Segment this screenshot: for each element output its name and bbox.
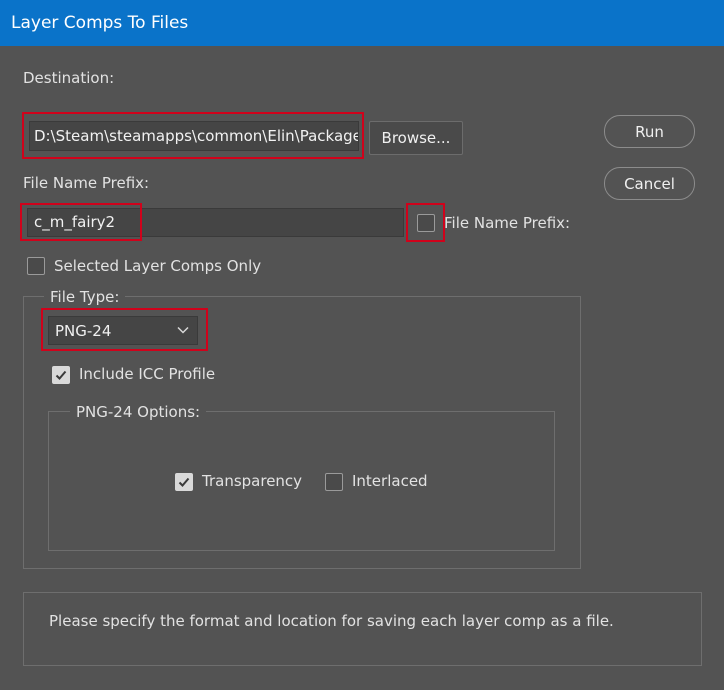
selected-only-label: Selected Layer Comps Only xyxy=(54,257,262,275)
info-box: Please specify the format and location f… xyxy=(23,592,702,666)
include-icc-label: Include ICC Profile xyxy=(79,365,216,383)
selected-only-checkbox[interactable] xyxy=(27,257,45,275)
destination-input[interactable]: D:\Steam\steamapps\common\Elin\Package\M… xyxy=(29,121,359,151)
file-type-select[interactable]: PNG-24 xyxy=(48,316,198,345)
interlaced-checkbox[interactable] xyxy=(325,473,343,491)
transparency-checkbox[interactable] xyxy=(175,473,193,491)
prefix-input[interactable]: c_m_fairy2 xyxy=(27,208,404,237)
interlaced-label: Interlaced xyxy=(352,472,428,490)
file-type-legend: File Type: xyxy=(44,288,126,306)
prefix-checkbox-label: File Name Prefix: xyxy=(444,214,571,232)
run-button[interactable]: Run xyxy=(604,115,695,148)
prefix-checkbox[interactable] xyxy=(417,214,435,232)
cancel-button[interactable]: Cancel xyxy=(604,167,695,200)
info-text: Please specify the format and location f… xyxy=(49,612,614,630)
transparency-label: Transparency xyxy=(202,472,303,490)
checkmark-icon xyxy=(178,477,190,487)
checkmark-icon xyxy=(55,370,67,380)
file-type-selected: PNG-24 xyxy=(55,321,112,340)
title-bar: Layer Comps To Files xyxy=(0,0,724,46)
png-options-legend: PNG-24 Options: xyxy=(70,403,207,421)
destination-label: Destination: xyxy=(23,69,115,87)
include-icc-checkbox[interactable] xyxy=(52,366,70,384)
browse-button[interactable]: Browse... xyxy=(369,121,463,155)
window-title: Layer Comps To Files xyxy=(11,13,189,33)
prefix-label: File Name Prefix: xyxy=(23,174,150,192)
chevron-down-icon xyxy=(177,326,189,334)
